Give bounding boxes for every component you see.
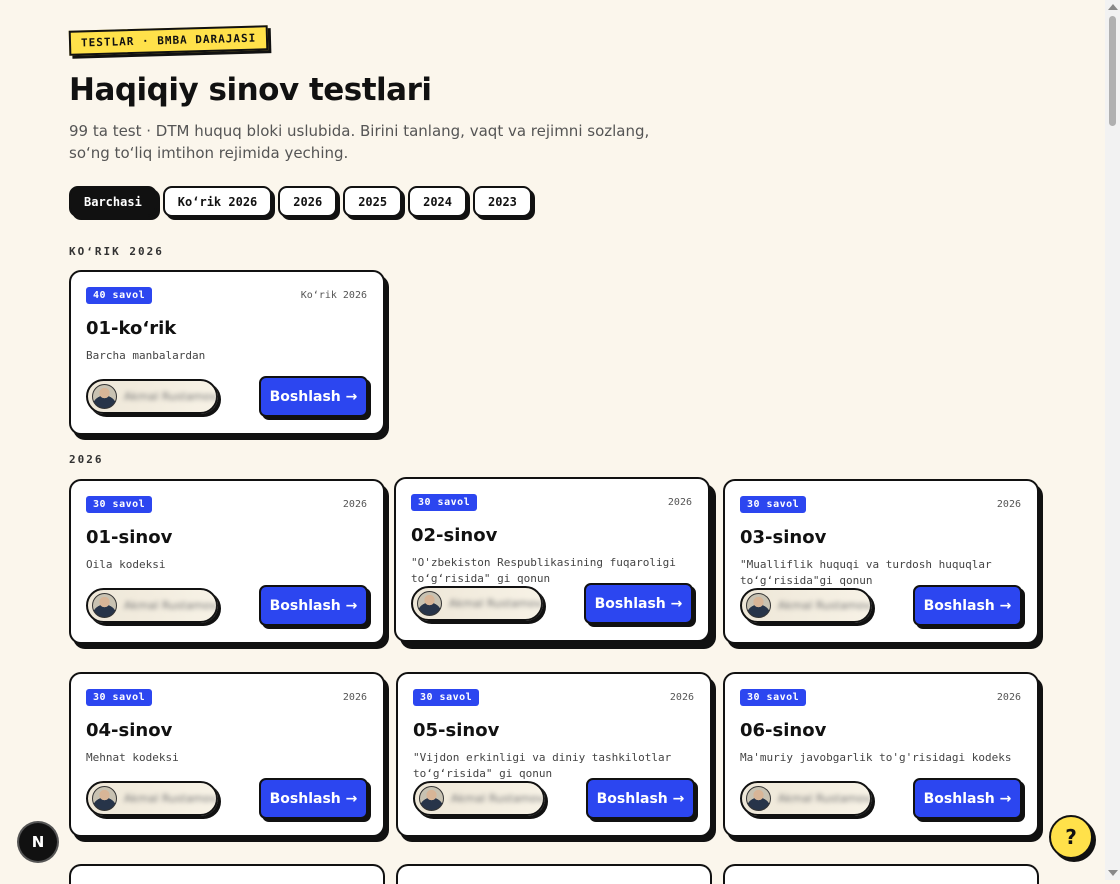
author-name: Akmal Rustamov (449, 597, 542, 610)
page-subtitle: 99 ta test · DTM huquq bloki uslubida. B… (69, 122, 650, 162)
start-test-button[interactable]: Boshlash → (259, 778, 368, 819)
card-description: Ma'muriy javobgarlik to'g'risidagi kodek… (740, 751, 1012, 764)
filter-chip-korik-2026[interactable]: Koʻrik 2026 (162, 186, 273, 217)
test-card: 30 savol 2026 02-sinov "O'zbekiston Resp… (394, 477, 710, 642)
avatar (419, 786, 444, 811)
test-card: 30 savol 2026 04-sinov Mehnat kodeksi Ak… (69, 672, 385, 837)
scroll-up-icon[interactable] (1108, 4, 1118, 10)
card-title: 01-koʻrik (86, 318, 177, 339)
card-year-tag: 2026 (996, 692, 1021, 703)
filter-chip-2024[interactable]: 2024 (408, 186, 467, 217)
filter-chip-all[interactable]: Barchasi (69, 186, 157, 217)
test-card: 30 savol 2026 06-sinov Ma'muriy javobgar… (723, 672, 1039, 837)
author-name: Akmal Rustamov (778, 599, 871, 612)
year-filter-tabs: Barchasi Koʻrik 2026 2026 2025 2024 2023 (69, 186, 532, 217)
card-title: 05-sinov (413, 720, 500, 741)
test-card-partial (723, 864, 1039, 884)
question-count-badge: 30 savol (86, 496, 153, 513)
question-count-badge: 40 savol (86, 287, 153, 304)
author-pill: Akmal Rustamov (740, 781, 872, 816)
avatar (417, 591, 442, 616)
author-pill: Akmal Rustamov (86, 379, 218, 414)
scroll-down-icon[interactable] (1108, 870, 1118, 876)
test-card: 40 savol Koʻrik 2026 01-koʻrik Barcha ma… (69, 270, 385, 435)
author-pill: Akmal Rustamov (413, 781, 545, 816)
card-year-tag: 2026 (342, 499, 367, 510)
card-year-tag: 2026 (667, 497, 692, 508)
start-test-button[interactable]: Boshlash → (584, 583, 693, 624)
test-card: 30 savol 2026 01-sinov Oila kodeksi Akma… (69, 479, 385, 644)
filter-chip-2023[interactable]: 2023 (473, 186, 532, 217)
avatar (746, 786, 771, 811)
author-name: Akmal Rustamov (451, 792, 544, 805)
test-card-partial (69, 864, 385, 884)
section-label-korik-2026: KOʻRIK 2026 (69, 245, 164, 258)
question-count-badge: 30 savol (740, 689, 807, 706)
card-title: 03-sinov (740, 527, 827, 548)
author-pill: Akmal Rustamov (86, 781, 218, 816)
card-description: Mehnat kodeksi (86, 751, 179, 764)
help-button[interactable]: ? (1049, 815, 1093, 859)
question-count-badge: 30 savol (86, 689, 153, 706)
page-scrollbar[interactable] (1105, 0, 1120, 880)
author-pill: Akmal Rustamov (411, 586, 543, 621)
card-year-tag: 2026 (996, 499, 1021, 510)
question-count-badge: 30 savol (411, 494, 478, 511)
section-label-2026: 2026 (69, 453, 104, 466)
author-name: Akmal Rustamov (778, 792, 871, 805)
card-title: 02-sinov (411, 525, 498, 546)
start-test-button[interactable]: Boshlash → (259, 585, 368, 626)
test-card-partial (396, 864, 712, 884)
author-name: Akmal Rustamov (124, 792, 217, 805)
avatar (92, 593, 117, 618)
card-year-tag: 2026 (342, 692, 367, 703)
avatar (92, 786, 117, 811)
avatar (92, 384, 117, 409)
question-count-badge: 30 savol (413, 689, 480, 706)
test-card: 30 savol 2026 03-sinov "Mualliflik huquq… (723, 479, 1039, 644)
framework-logo-icon[interactable]: N (19, 823, 57, 861)
card-title: 06-sinov (740, 720, 827, 741)
avatar (746, 593, 771, 618)
card-title: 04-sinov (86, 720, 173, 741)
scrollbar-thumb[interactable] (1109, 16, 1116, 126)
card-year-tag: Koʻrik 2026 (300, 290, 367, 301)
test-card: 30 savol 2026 05-sinov "Vijdon erkinligi… (396, 672, 712, 837)
card-description: Oila kodeksi (86, 558, 166, 571)
card-description: Barcha manbalardan (86, 349, 206, 362)
author-pill: Akmal Rustamov (86, 588, 218, 623)
card-year-tag: 2026 (669, 692, 694, 703)
card-title: 01-sinov (86, 527, 173, 548)
filter-chip-2026[interactable]: 2026 (278, 186, 338, 217)
page-eyebrow-badge: TESTLAR · BMBA DARAJASI (68, 25, 269, 56)
author-name: Akmal Rustamov (124, 599, 217, 612)
start-test-button[interactable]: Boshlash → (913, 585, 1022, 626)
author-pill: Akmal Rustamov (740, 588, 872, 623)
start-test-button[interactable]: Boshlash → (913, 778, 1022, 819)
question-count-badge: 30 savol (740, 496, 807, 513)
filter-chip-2025[interactable]: 2025 (343, 186, 403, 217)
page-title: Haqiqiy sinov testlari (69, 72, 432, 108)
start-test-button[interactable]: Boshlash → (259, 376, 368, 417)
start-test-button[interactable]: Boshlash → (586, 778, 695, 819)
author-name: Akmal Rustamov (124, 390, 217, 403)
